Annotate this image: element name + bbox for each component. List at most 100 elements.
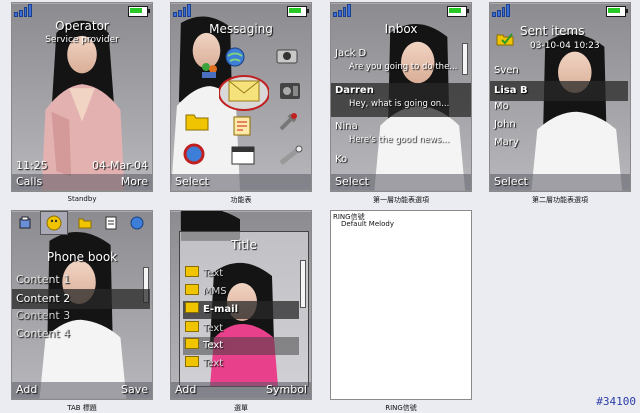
list-item[interactable]: Sven: [490, 65, 630, 76]
tab-phone-icon[interactable]: [18, 215, 32, 229]
list-item-selected[interactable]: Content 2: [12, 289, 150, 309]
sent-items-screen: Sent items 03-10-04 10:23 Sven Lisa B Mo…: [489, 2, 631, 192]
softkey-right[interactable]: Save: [121, 383, 148, 396]
datetime: 03-10-04 10:23: [530, 41, 600, 51]
softkey-left[interactable]: Add: [16, 383, 37, 396]
list-item-selected[interactable]: Lisa B: [490, 81, 628, 101]
envelope-icon[interactable]: [218, 73, 270, 115]
menu-item-label: E-mail: [203, 304, 239, 315]
sent-folder-icon: [496, 31, 514, 50]
softkey-right[interactable]: More: [121, 175, 148, 188]
tab-note-icon[interactable]: [104, 215, 118, 230]
status-bar: [171, 3, 311, 19]
menu-item-label: Text: [203, 358, 224, 369]
message-preview: Here's the good news...: [349, 135, 450, 145]
folder-icon: [185, 356, 199, 367]
menu-item[interactable]: MMS: [183, 283, 299, 300]
tab-bar: [12, 211, 152, 243]
list-item-selected[interactable]: Darren Hey, what is going on...: [331, 83, 471, 117]
list-item[interactable]: Nina Here's the good news...: [331, 121, 471, 151]
message-preview: Hey, what is going on...: [349, 99, 450, 109]
contacts-icon[interactable]: [199, 61, 219, 83]
folder-icon: [185, 321, 199, 332]
list-item[interactable]: Mo: [490, 101, 630, 112]
folder-icon: [185, 266, 199, 277]
folder-icon: [185, 302, 199, 313]
phonebook-screen: Phone book Content 1 Content 2 Content 3…: [11, 210, 153, 400]
screen-title: Sent items: [520, 24, 585, 38]
softkey-bar: Add Symbol: [171, 382, 311, 399]
screen-title: Messaging: [209, 22, 273, 36]
standby-screen: Operator Service provider 11:25 04-Mar-0…: [11, 2, 153, 192]
status-bar: [331, 3, 471, 19]
speaker-icon[interactable]: [279, 81, 301, 105]
softkey-left[interactable]: Calls: [16, 175, 42, 188]
folder-icon: [185, 338, 199, 349]
signal-icon: [492, 4, 510, 17]
softkey-left[interactable]: Add: [175, 383, 196, 396]
panel-caption: 選單: [234, 404, 248, 412]
panel-caption: Standby: [67, 195, 97, 203]
screen-title: Inbox: [384, 22, 418, 36]
service-provider: Service provider: [45, 35, 119, 45]
tab-folder-icon[interactable]: [78, 215, 92, 229]
list-item[interactable]: Ko: [331, 154, 471, 168]
tools-icon[interactable]: [277, 111, 299, 137]
softkey-bar: Select: [490, 174, 630, 191]
calendar-icon[interactable]: [231, 145, 255, 169]
list-item[interactable]: Content 4: [12, 327, 152, 340]
ring-screen: RING信號 Default Melody: [330, 210, 472, 400]
list-item[interactable]: Mary: [490, 137, 630, 148]
menu-item-label: Text: [203, 323, 224, 334]
camera-icon[interactable]: [275, 45, 299, 69]
date: 04-Mar-04: [92, 159, 148, 172]
menu-item[interactable]: Text: [183, 265, 299, 282]
menu-item[interactable]: Text: [183, 320, 299, 337]
contact-name: Ko: [335, 154, 348, 165]
menu-item-selected[interactable]: E-mail: [183, 301, 299, 319]
softkey-left[interactable]: Select: [335, 175, 369, 188]
scrollbar[interactable]: [300, 260, 306, 308]
folder-icon[interactable]: [185, 111, 209, 135]
message-preview: Are you going to do the...: [349, 62, 458, 72]
menu-item[interactable]: Text: [183, 337, 299, 355]
tab-web-icon[interactable]: [130, 215, 144, 230]
list-item[interactable]: Jack D Are you going to do the...: [331, 48, 471, 78]
softkey-bar: Calls More: [12, 174, 152, 191]
softkey-right[interactable]: Symbol: [266, 383, 307, 396]
globe-icon[interactable]: [225, 47, 245, 71]
messaging-screen: Messaging Select: [170, 2, 312, 192]
panel-caption: 功能表: [230, 196, 252, 204]
status-bar: [171, 211, 311, 227]
menu-item[interactable]: Text: [183, 355, 299, 372]
tab-contacts-selected[interactable]: [40, 211, 68, 235]
menu-item-label: MMS: [203, 286, 227, 297]
note-icon[interactable]: [231, 115, 253, 141]
list-item[interactable]: John: [490, 119, 630, 130]
watermark: #34100: [596, 395, 636, 408]
contact-name: Nina: [335, 121, 358, 132]
battery-icon: [447, 6, 469, 17]
panel-caption: TAB 標題: [67, 404, 97, 412]
status-bar: [12, 3, 152, 19]
menu-item-label: Text: [203, 268, 224, 279]
softkey-left[interactable]: Select: [175, 175, 209, 188]
list-item[interactable]: Content 3: [12, 309, 152, 322]
operator-name: Operator: [55, 19, 109, 33]
list-item[interactable]: Content 1: [12, 273, 152, 286]
battery-icon: [128, 6, 150, 17]
inbox-screen: Inbox Jack D Are you going to do the... …: [330, 2, 472, 192]
softkey-bar: Add Save: [12, 382, 152, 399]
panel-caption: RING信號: [385, 404, 417, 412]
popup-title: Title: [231, 238, 257, 252]
clock: 11:25: [16, 159, 48, 172]
internet-icon[interactable]: [181, 143, 207, 169]
ring-value: Default Melody: [341, 220, 394, 228]
panel-caption: 第二層功能表選項: [532, 196, 588, 204]
signal-icon: [173, 4, 191, 17]
contact-name: Jack D: [335, 48, 367, 59]
softkey-left[interactable]: Select: [494, 175, 528, 188]
menu-item-label: Text: [203, 340, 224, 351]
settings-icon[interactable]: [279, 145, 303, 169]
signal-icon: [14, 4, 32, 17]
